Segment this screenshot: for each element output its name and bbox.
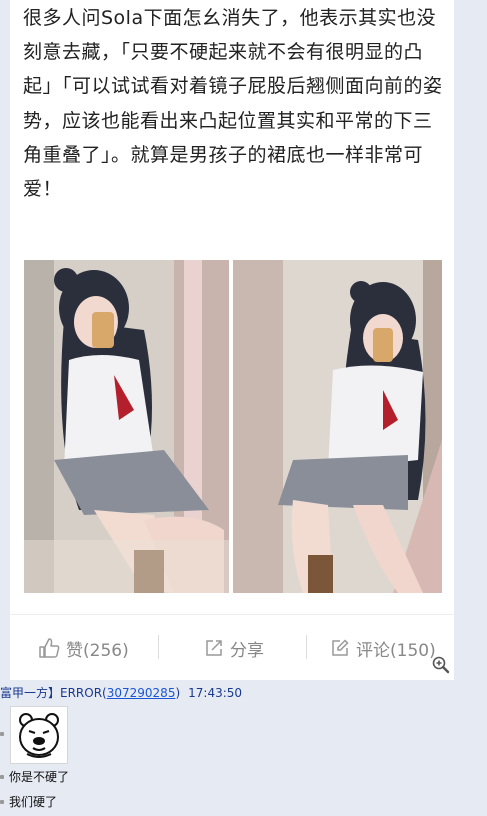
post-card: 很多人问Sola下面怎幺消失了，他表示其实也没刻意去藏，「只要不硬起来就不会有很…: [10, 0, 454, 680]
like-button[interactable]: 赞(256): [38, 633, 129, 663]
chat-sender-uid[interactable]: 307290285: [107, 686, 176, 700]
zoom-in-icon[interactable]: [432, 656, 450, 674]
share-button[interactable]: 分享: [204, 633, 264, 663]
comment-button[interactable]: 评论(150): [330, 633, 436, 663]
message-bullet: [0, 775, 4, 779]
photo-right: [233, 260, 442, 593]
message-bullet: [0, 800, 4, 804]
comment-label: 评论(150): [356, 640, 436, 661]
post-photo[interactable]: [24, 260, 442, 593]
photo-right-figure: [233, 260, 442, 593]
divider: [158, 635, 159, 659]
chat-timestamp: 17:43:50: [188, 686, 243, 700]
article-paragraph: 很多人问Sola下面怎幺消失了，他表示其实也没刻意去藏，「只要不硬起来就不会有很…: [23, 7, 443, 201]
thumbs-up-icon: [39, 638, 60, 658]
chat-message: 你是不硬了: [9, 770, 70, 784]
message-bullet: [0, 732, 4, 736]
photo-left: [24, 260, 229, 593]
chat-message-header: 富甲一方】ERROR(307290285) 17:43:50: [0, 684, 242, 701]
share-icon: [206, 640, 222, 656]
divider: [306, 635, 307, 659]
comment-edit-icon: [332, 639, 349, 656]
chat-uid-close: ): [175, 686, 181, 700]
like-label: 赞(256): [66, 640, 129, 661]
action-bar: 赞(256) 分享 评论(150): [10, 614, 454, 679]
bear-face-sticker-icon: [19, 713, 59, 758]
share-label: 分享: [230, 640, 264, 661]
chat-message: 我们硬了: [9, 795, 58, 809]
sticker-image[interactable]: [10, 706, 68, 764]
chat-sender: 富甲一方】ERROR(: [0, 686, 107, 700]
photo-left-figure: [24, 260, 229, 593]
